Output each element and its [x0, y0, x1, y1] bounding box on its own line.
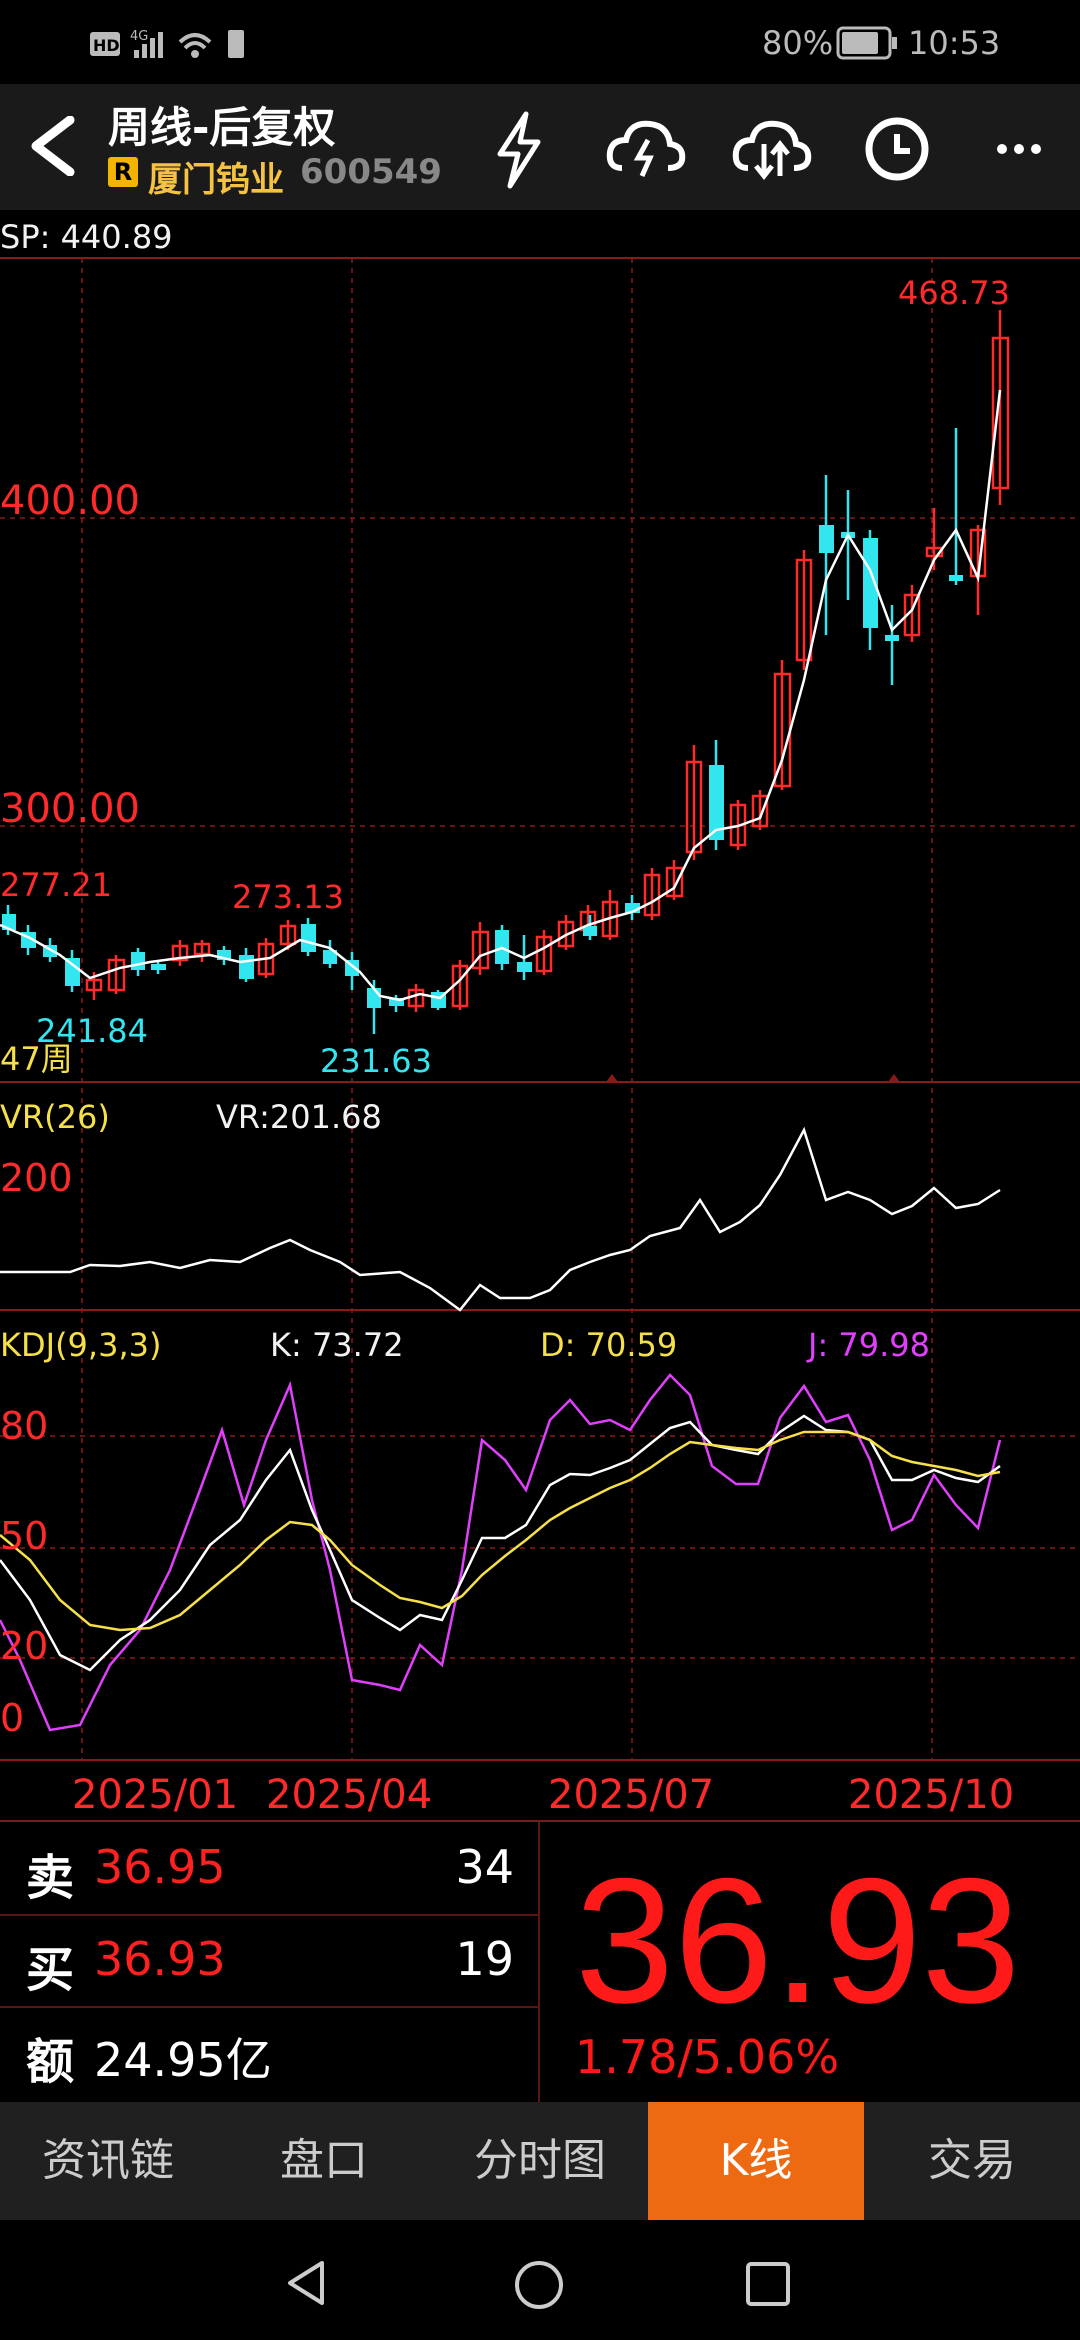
bid-row: 买 36.93 19 — [0, 1914, 540, 2008]
nav-home-icon[interactable] — [512, 2258, 566, 2312]
tab-intraday[interactable]: 分时图 — [432, 2102, 648, 2220]
cloud-upload-icon[interactable] — [600, 104, 690, 194]
vr-name: VR(26) — [0, 1098, 110, 1136]
x-axis-label: 2025/04 — [266, 1772, 433, 1818]
low-annotation: 231.63 — [320, 1042, 432, 1080]
app-header: 周线-后复权 R 厦门钨业 600549 — [0, 84, 1080, 210]
amount-row: 额 24.95亿 — [0, 2006, 540, 2098]
back-arrow-icon[interactable] — [26, 116, 76, 176]
kdj-k-value: K: 73.72 — [270, 1326, 404, 1364]
ask-qty: 34 — [455, 1840, 514, 1894]
marker-icon — [606, 1074, 618, 1082]
bid-qty: 19 — [455, 1932, 514, 1986]
ask-label: 卖 — [26, 1850, 75, 1906]
more-icon[interactable] — [974, 104, 1064, 194]
price-change: 1.78/5.06% — [575, 2030, 840, 2084]
stock-name: 厦门钨业 — [148, 160, 284, 200]
nav-back-icon[interactable] — [282, 2258, 332, 2308]
ask-price: 36.95 — [94, 1840, 226, 1894]
kline-chart[interactable] — [0, 210, 1080, 1820]
status-icons: HD 4G — [90, 29, 244, 58]
clock-time: 10:53 — [908, 24, 1001, 62]
kdj-axis-80: 80 — [0, 1404, 49, 1448]
clock-icon[interactable] — [852, 104, 942, 194]
bid-label: 买 — [26, 1942, 75, 1998]
tab-trade[interactable]: 交易 — [864, 2102, 1080, 2220]
page-title: 周线-后复权 — [108, 103, 336, 152]
period-label: 47周 — [0, 1040, 73, 1078]
svg-text:4G: 4G — [130, 29, 148, 44]
bottom-tab-bar: 资讯链 盘口 分时图 K线 交易 — [0, 2102, 1080, 2220]
x-axis-label: 2025/10 — [848, 1772, 1015, 1818]
current-price: 36.93 — [575, 1841, 1021, 2040]
amount-label: 额 — [26, 2034, 75, 2090]
flash-icon[interactable] — [474, 104, 564, 194]
tab-news-chain[interactable]: 资讯链 — [0, 2102, 216, 2220]
vr-axis-label: 200 — [0, 1156, 73, 1200]
battery-percent: 80% — [762, 24, 834, 62]
annotation-277: 277.21 — [0, 866, 112, 904]
amount-value: 24.95亿 — [94, 2033, 272, 2087]
chart-grid — [0, 258, 1080, 1760]
panel-borders — [0, 257, 1080, 1761]
kdj-name: KDJ(9,3,3) — [0, 1326, 162, 1364]
kdj-d-line — [0, 1430, 1001, 1632]
ask-row: 卖 36.95 34 — [0, 1822, 540, 1916]
x-axis-label: 2025/07 — [548, 1772, 715, 1818]
marker-icon — [888, 1074, 900, 1082]
svg-text:HD: HD — [93, 36, 120, 55]
high-annotation: 468.73 — [898, 274, 1010, 312]
market-badge: R — [108, 157, 138, 187]
status-bar: HD 4G 80% 10:53 — [0, 0, 1080, 84]
battery-icon — [836, 26, 897, 60]
nav-recents-icon[interactable] — [744, 2260, 792, 2308]
kdj-j-line — [0, 1373, 1002, 1732]
kdj-axis-50: 50 — [0, 1514, 49, 1558]
tab-kline[interactable]: K线 — [648, 2102, 864, 2220]
system-nav-bar — [0, 2220, 1080, 2340]
ma-line — [0, 389, 1002, 1002]
price-axis-label-400: 400.00 — [0, 478, 140, 524]
tab-order-book[interactable]: 盘口 — [216, 2102, 432, 2220]
x-axis-label: 2025/01 — [72, 1772, 239, 1818]
vr-value: VR:201.68 — [216, 1098, 382, 1136]
kdj-axis-20: 20 — [0, 1624, 49, 1668]
kdj-j-value: J: 79.98 — [808, 1326, 930, 1364]
bid-price: 36.93 — [94, 1932, 226, 1986]
kdj-d-value: D: 70.59 — [540, 1326, 678, 1364]
price-axis-label-300: 300.00 — [0, 786, 140, 832]
cloud-download-icon[interactable] — [726, 104, 816, 194]
stock-code: 600549 — [300, 152, 442, 192]
annotation-273: 273.13 — [232, 878, 344, 916]
vr-line — [0, 1126, 1001, 1312]
sp-label: SP: 440.89 — [0, 218, 173, 256]
candlesticks — [2, 310, 1010, 1034]
kdj-axis-0: 0 — [0, 1696, 25, 1740]
